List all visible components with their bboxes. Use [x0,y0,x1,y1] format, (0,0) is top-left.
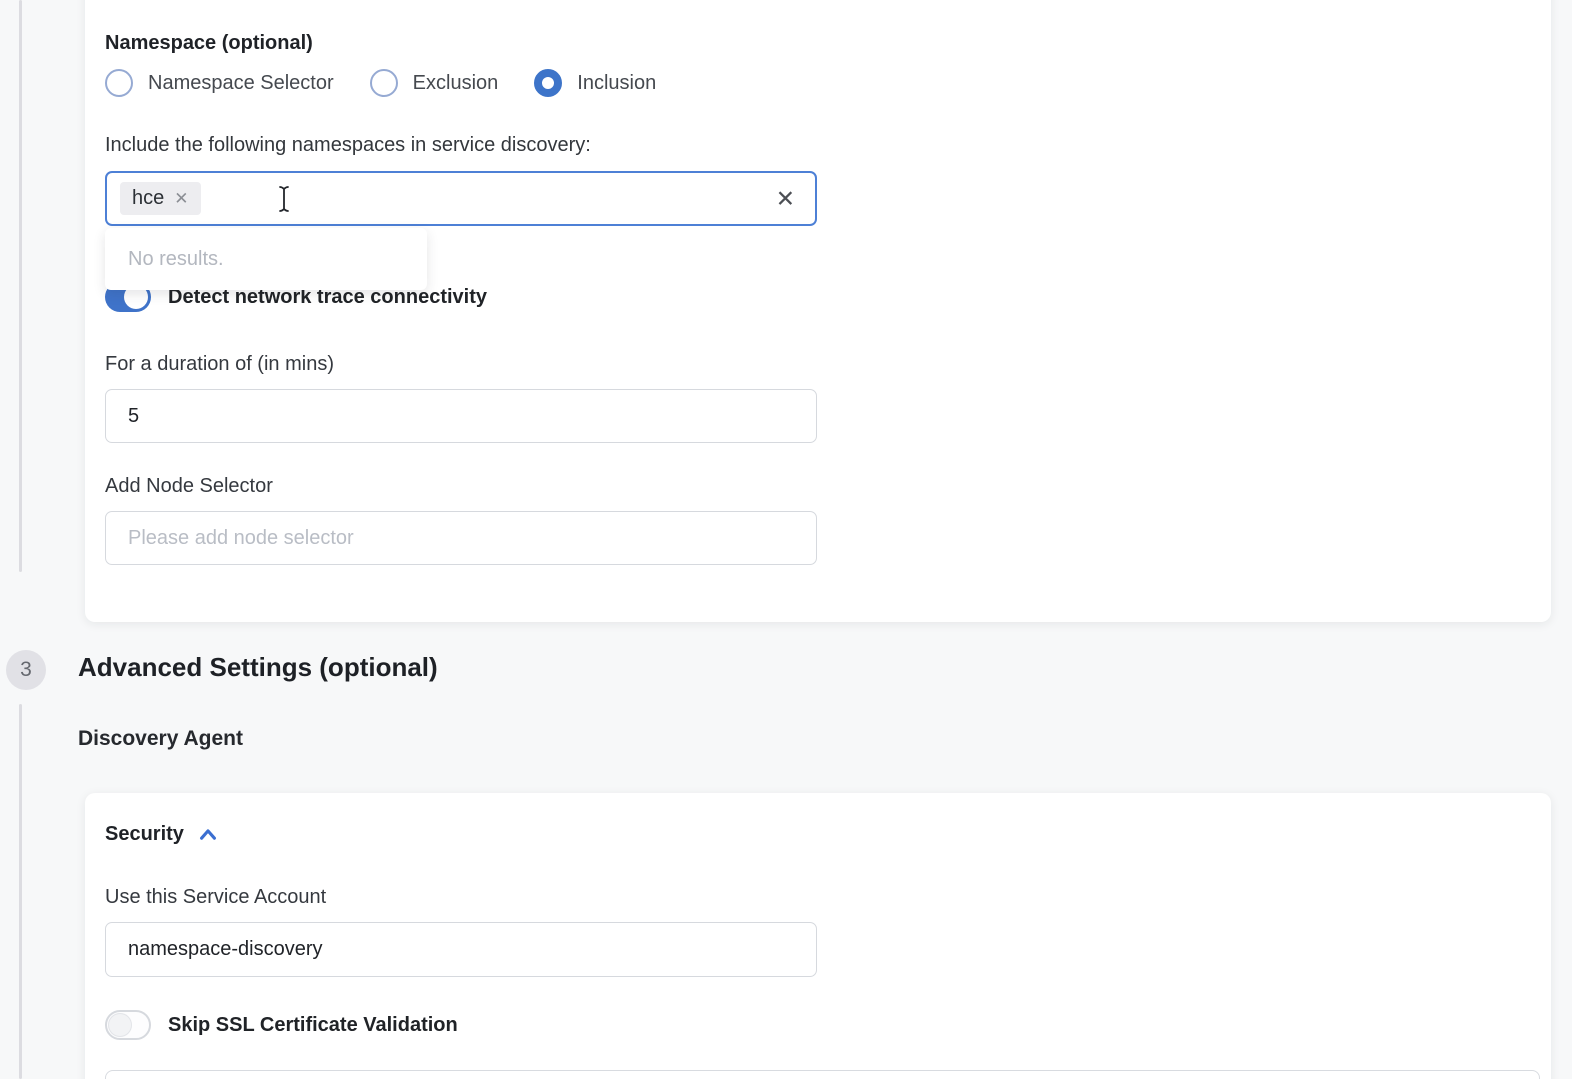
skip-ssl-label: Skip SSL Certificate Validation [168,1014,458,1037]
chevron-up-icon[interactable] [197,824,219,846]
step-2-connector-line [19,0,22,572]
node-selector-label: Add Node Selector [105,475,273,498]
namespace-multiselect-input[interactable]: hce ✕ ✕ [105,171,817,226]
step-3-badge: 3 [6,650,46,690]
chip-text: hce [132,187,164,210]
namespace-suggestions-dropdown: No results. [105,228,427,290]
include-namespaces-label: Include the following namespaces in serv… [105,134,591,157]
service-account-input[interactable] [105,922,817,977]
no-results-text: No results. [128,248,224,271]
duration-label: For a duration of (in mins) [105,353,334,376]
service-account-label: Use this Service Account [105,886,326,909]
skip-ssl-row: Skip SSL Certificate Validation [105,1010,458,1040]
radio-inclusion[interactable]: Inclusion [534,69,656,97]
radio-label: Namespace Selector [148,72,334,95]
namespace-mode-radio-group: Namespace Selector Exclusion Inclusion [105,69,656,97]
security-title: Security [105,823,184,846]
radio-label: Inclusion [577,72,656,95]
advanced-settings-title: Advanced Settings (optional) [78,652,438,683]
chip-remove-icon[interactable]: ✕ [174,190,188,207]
step-3-connector-line [19,704,22,1079]
toggle-knob [108,1013,132,1037]
radio-label: Exclusion [413,72,499,95]
security-section-header[interactable]: Security [105,823,219,846]
radio-namespace-selector[interactable]: Namespace Selector [105,69,334,97]
clear-input-icon[interactable]: ✕ [776,187,795,210]
namespace-chip[interactable]: hce ✕ [120,182,201,215]
discovery-setup-page: Namespace (optional) Namespace Selector … [0,0,1572,1079]
radio-selected-icon[interactable] [534,69,562,97]
discovery-agent-subtitle: Discovery Agent [78,727,243,751]
node-selector-input[interactable] [105,511,817,565]
namespace-section-label: Namespace (optional) [105,32,313,55]
duration-input[interactable] [105,389,817,443]
skip-ssl-toggle[interactable] [105,1010,151,1040]
radio-exclusion[interactable]: Exclusion [370,69,499,97]
radio-circle-icon[interactable] [370,69,398,97]
next-field-partial-input[interactable] [105,1070,1540,1079]
radio-circle-icon[interactable] [105,69,133,97]
